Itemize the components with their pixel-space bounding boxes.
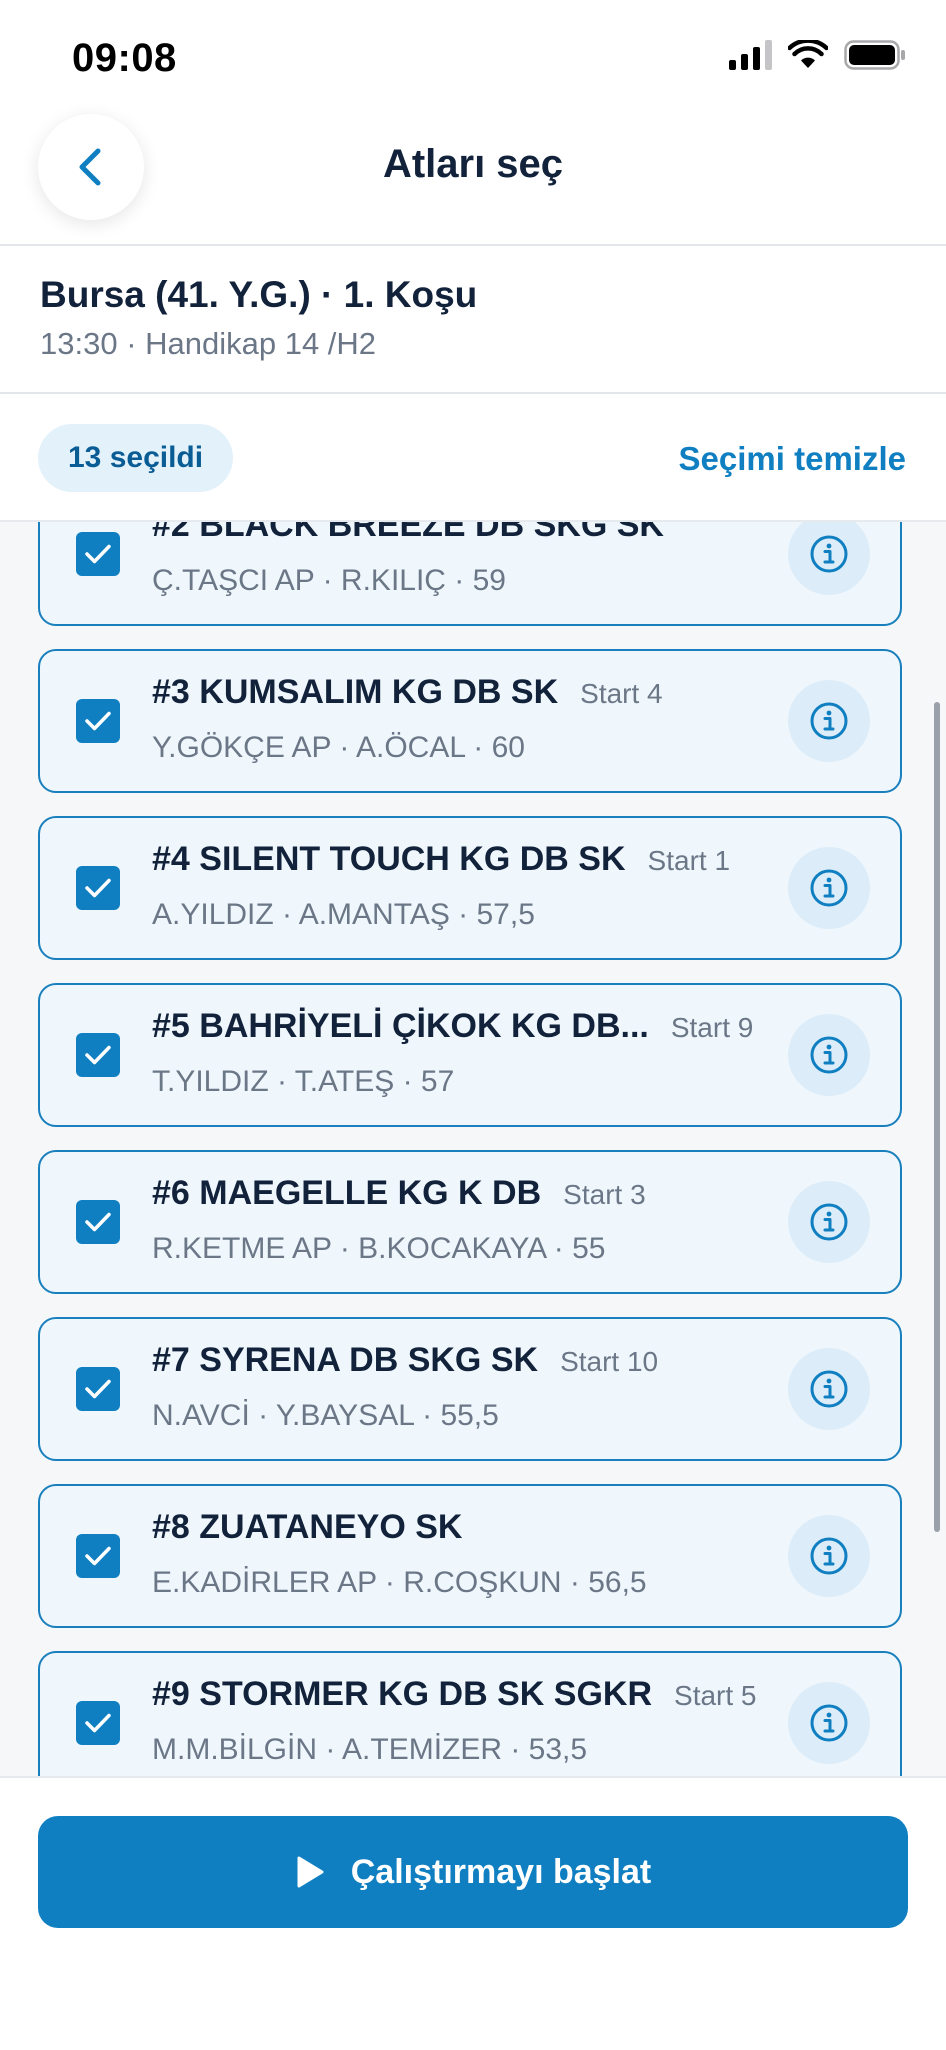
horse-checkbox[interactable]	[76, 1367, 120, 1411]
horse-meta: Ç.TAŞCI AP · R.KILIÇ · 59	[152, 564, 506, 597]
horse-meta: Y.GÖKÇE AP · A.ÖCAL · 60	[152, 731, 525, 764]
horse-checkbox[interactable]	[76, 1033, 120, 1077]
start-position: Start 9	[670, 1012, 754, 1043]
horse-meta: M.M.BİLGİN · A.TEMİZER · 53,5	[152, 1733, 588, 1766]
horse-meta: R.KETME AP · B.KOCAKAYA · 55	[152, 1232, 606, 1265]
info-button[interactable]	[788, 1014, 870, 1096]
checkmark-icon	[85, 1713, 111, 1733]
info-icon	[810, 1036, 848, 1074]
race-title: Bursa (41. Y.G.) · 1. Koşu	[40, 274, 478, 315]
horse-list[interactable]: #2 BLACK BREEZE DB SKG SK Ç.TAŞCI AP · R…	[0, 520, 946, 1778]
info-button[interactable]	[788, 1515, 870, 1597]
info-icon	[810, 869, 848, 907]
info-button[interactable]	[788, 847, 870, 929]
horse-card-5[interactable]: #5 BAHRİYELİ ÇİKOK KG DB... Start 9 T.YI…	[38, 983, 902, 1127]
horse-name: #2 BLACK BREEZE DB SKG SK	[152, 520, 664, 544]
checkmark-icon	[85, 544, 111, 564]
selection-bar: 13 seçildi Seçimi temizle	[0, 394, 946, 520]
horse-meta: N.AVCİ · Y.BAYSAL · 55,5	[152, 1399, 499, 1432]
horse-card-9[interactable]: #9 STORMER KG DB SK SGKR Start 5 M.M.BİL…	[38, 1651, 902, 1778]
race-subtitle: 13:30 · Handikap 14 /H2	[40, 326, 377, 361]
horse-title-line: #7 SYRENA DB SKG SK Start 10	[152, 1341, 658, 1380]
info-icon	[810, 1370, 848, 1408]
scrollbar[interactable]	[934, 702, 940, 1532]
horse-name: #9 STORMER KG DB SK SGKR	[152, 1675, 653, 1713]
info-icon	[810, 1203, 848, 1241]
horse-name: #6 MAEGELLE KG K DB	[152, 1174, 542, 1212]
horse-checkbox[interactable]	[76, 699, 120, 743]
start-position: Start 4	[580, 678, 663, 709]
checkmark-icon	[85, 1045, 111, 1065]
horse-title-line: #6 MAEGELLE KG K DB Start 3	[152, 1174, 646, 1213]
horse-card-4[interactable]: #4 SILENT TOUCH KG DB SK Start 1 A.YILDI…	[38, 816, 902, 960]
info-button[interactable]	[788, 1348, 870, 1430]
header: Atları seç	[0, 110, 946, 246]
horse-checkbox[interactable]	[76, 1701, 120, 1745]
status-bar: 09:08	[0, 0, 946, 110]
horse-card-8[interactable]: #8 ZUATANEYO SK E.KADİRLER AP · R.COŞKUN…	[38, 1484, 902, 1628]
horse-card-2[interactable]: #2 BLACK BREEZE DB SKG SK Ç.TAŞCI AP · R…	[38, 520, 902, 626]
horse-checkbox[interactable]	[76, 1200, 120, 1244]
start-run-button[interactable]: Çalıştırmayı başlat	[38, 1816, 908, 1928]
info-button[interactable]	[788, 1181, 870, 1263]
start-position: Start 1	[647, 845, 731, 876]
horse-checkbox[interactable]	[76, 532, 120, 576]
clear-selection-button[interactable]: Seçimi temizle	[679, 440, 906, 478]
checkmark-icon	[85, 1212, 111, 1232]
checkmark-icon	[85, 711, 111, 731]
horse-name: #5 BAHRİYELİ ÇİKOK KG DB...	[152, 1007, 649, 1045]
info-button[interactable]	[788, 1682, 870, 1764]
horse-name: #3 KUMSALIM KG DB SK	[152, 673, 559, 711]
checkmark-icon	[85, 1379, 111, 1399]
info-icon	[810, 1704, 848, 1742]
start-position: Start 5	[674, 1680, 757, 1711]
horse-meta: E.KADİRLER AP · R.COŞKUN · 56,5	[152, 1566, 647, 1599]
horse-name: #7 SYRENA DB SKG SK	[152, 1341, 539, 1379]
horse-card-7[interactable]: #7 SYRENA DB SKG SK Start 10 N.AVCİ · Y.…	[38, 1317, 902, 1461]
horse-card-6[interactable]: #6 MAEGELLE KG K DB Start 3 R.KETME AP ·…	[38, 1150, 902, 1294]
horse-checkbox[interactable]	[76, 866, 120, 910]
horse-title-line: #8 ZUATANEYO SK	[152, 1508, 462, 1547]
page-title: Atları seç	[382, 142, 564, 186]
info-icon	[810, 702, 848, 740]
info-button[interactable]	[788, 680, 870, 762]
status-icons	[729, 40, 906, 70]
checkmark-icon	[85, 878, 111, 898]
info-icon	[810, 1537, 848, 1575]
battery-icon	[844, 40, 905, 70]
start-position: Start 10	[560, 1346, 659, 1377]
checkmark-icon	[85, 1546, 111, 1566]
horse-meta: T.YILDIZ · T.ATEŞ · 57	[152, 1065, 455, 1098]
horse-meta: A.YILDIZ · A.MANTAŞ · 57,5	[152, 898, 535, 931]
bottom-bar: Çalıştırmayı başlat	[0, 1776, 946, 2050]
horse-checkbox[interactable]	[76, 1534, 120, 1578]
start-run-label: Çalıştırmayı başlat	[350, 1852, 652, 1891]
race-info: Bursa (41. Y.G.) · 1. Koşu 13:30 · Handi…	[0, 246, 946, 394]
horse-title-line: #4 SILENT TOUCH KG DB SK Start 1	[152, 840, 730, 879]
horse-title-line: #2 BLACK BREEZE DB SKG SK	[152, 520, 664, 545]
horse-card-3[interactable]: #3 KUMSALIM KG DB SK Start 4 Y.GÖKÇE AP …	[38, 649, 902, 793]
play-icon	[297, 1856, 324, 1888]
horse-title-line: #3 KUMSALIM KG DB SK Start 4	[152, 673, 663, 712]
signal-icon	[729, 40, 772, 70]
horse-name: #4 SILENT TOUCH KG DB SK	[152, 840, 626, 878]
wifi-icon	[788, 40, 828, 68]
horse-name: #8 ZUATANEYO SK	[152, 1508, 463, 1546]
status-time: 09:08	[72, 36, 177, 80]
horse-title-line: #5 BAHRİYELİ ÇİKOK KG DB... Start 9	[152, 1007, 753, 1046]
horse-title-line: #9 STORMER KG DB SK SGKR Start 5	[152, 1675, 757, 1714]
info-button[interactable]	[788, 522, 870, 595]
selected-count-badge: 13 seçildi	[38, 424, 234, 492]
start-position: Start 3	[563, 1179, 646, 1210]
info-icon	[810, 535, 848, 573]
